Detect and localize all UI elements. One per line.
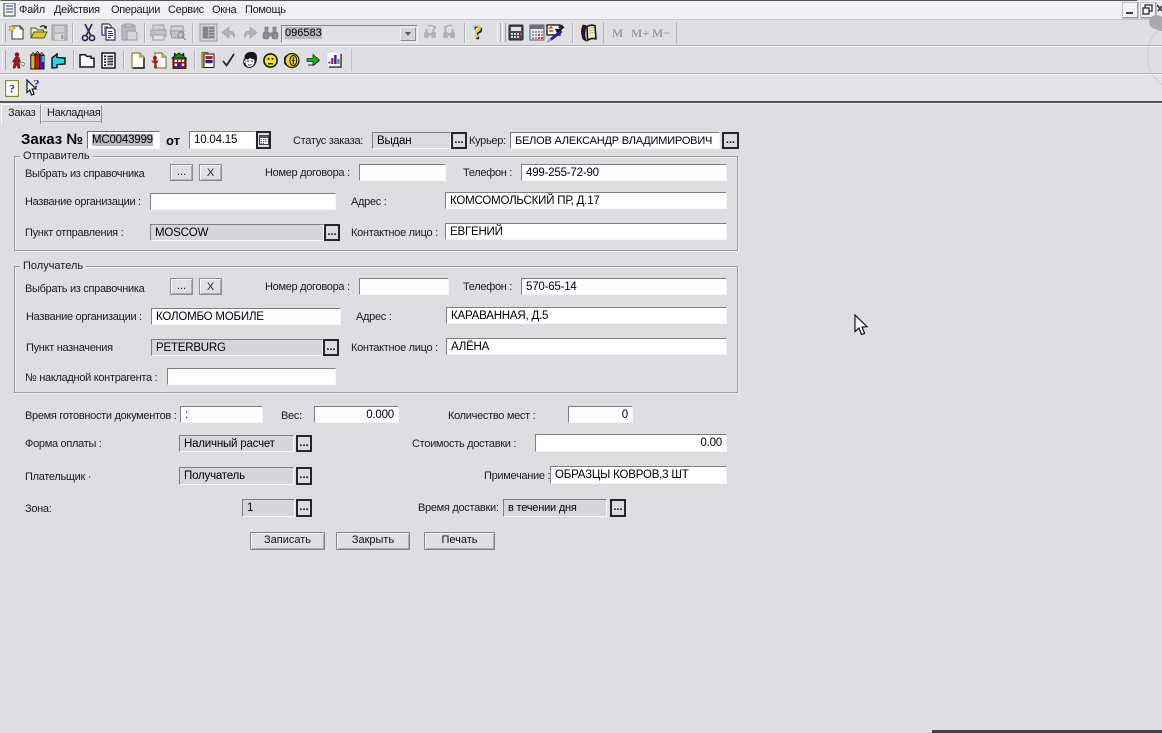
svg-text:?: ?	[34, 78, 40, 91]
svg-text:?: ?	[9, 82, 15, 96]
